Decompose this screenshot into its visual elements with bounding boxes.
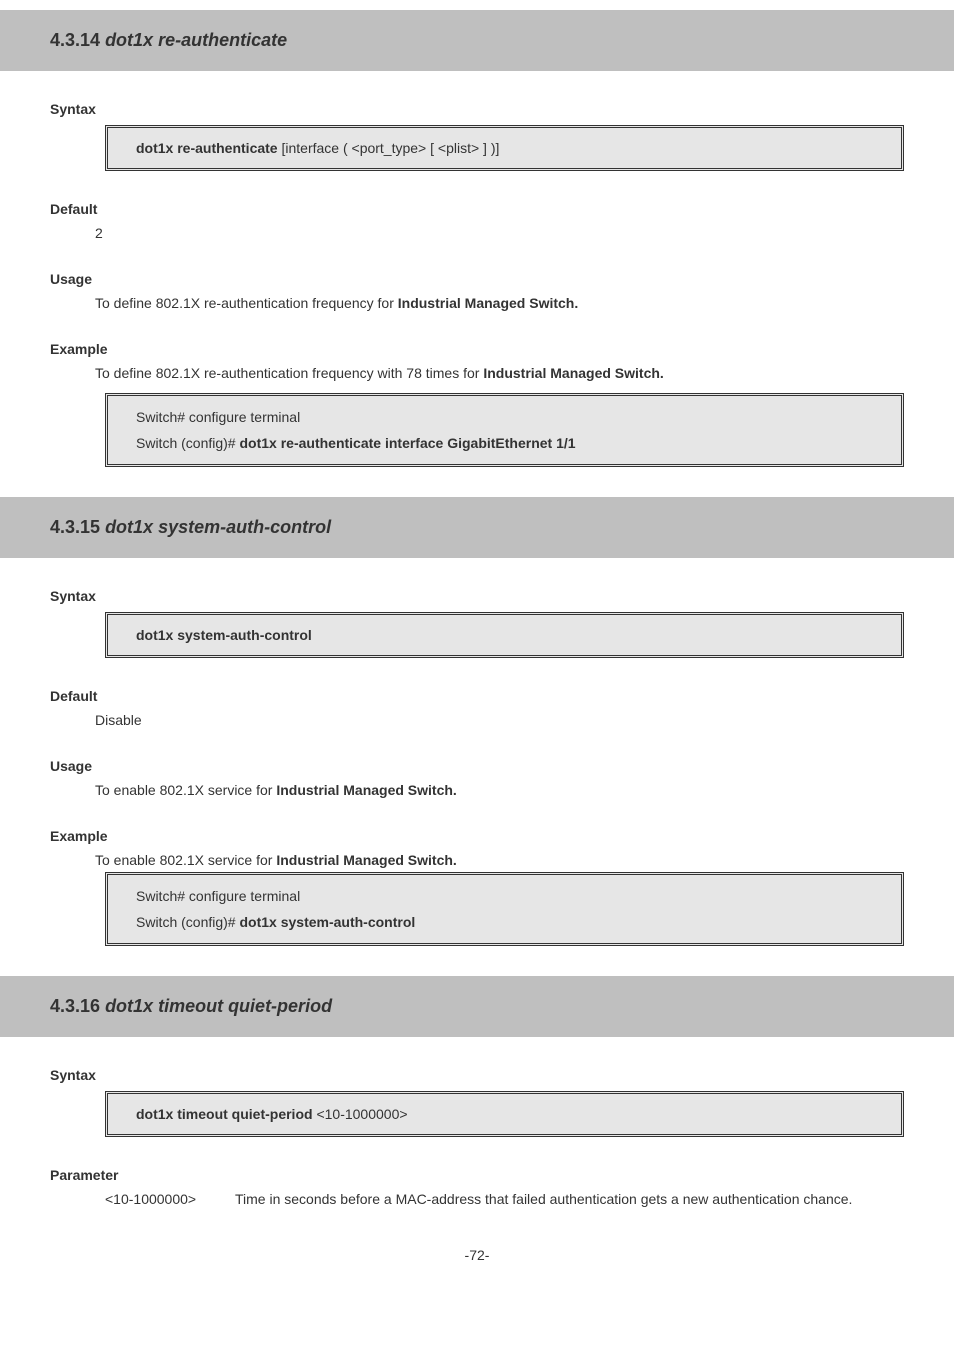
syntax-label: Syntax (50, 101, 904, 117)
usage-text: To enable 802.1X service for Industrial … (95, 782, 904, 798)
section-header: 4.3.14 dot1x re-authenticate (0, 10, 954, 71)
example-code-box: Switch# configure terminal Switch (confi… (105, 872, 904, 946)
example-text: To define 802.1X re-authentication frequ… (95, 365, 904, 381)
section-number: 4.3.15 (50, 517, 100, 537)
section-title: dot1x re-authenticate (105, 30, 287, 50)
parameter-label: Parameter (50, 1167, 904, 1183)
syntax-label: Syntax (50, 588, 904, 604)
example-text: To enable 802.1X service for Industrial … (95, 852, 904, 868)
example-code-box: Switch# configure terminal Switch (confi… (105, 393, 904, 467)
syntax-param: <10-1000000> (316, 1106, 407, 1122)
default-value: Disable (95, 712, 904, 728)
code-line: Switch (config)# dot1x re-authenticate i… (136, 430, 873, 456)
example-label: Example (50, 341, 904, 357)
syntax-command: dot1x timeout quiet-period (136, 1106, 313, 1122)
example-label: Example (50, 828, 904, 844)
param-name: <10-1000000> (105, 1191, 235, 1207)
syntax-command: dot1x re-authenticate (136, 140, 278, 156)
code-line: Switch# configure terminal (136, 883, 873, 909)
section-header: 4.3.15 dot1x system-auth-control (0, 497, 954, 558)
page-number: -72- (50, 1247, 904, 1263)
usage-label: Usage (50, 271, 904, 287)
section-header: 4.3.16 dot1x timeout quiet-period (0, 976, 954, 1037)
default-label: Default (50, 201, 904, 217)
usage-text: To define 802.1X re-authentication frequ… (95, 295, 904, 311)
section-title: dot1x system-auth-control (105, 517, 331, 537)
parameter-row: <10-1000000> Time in seconds before a MA… (105, 1191, 904, 1207)
section-number: 4.3.14 (50, 30, 100, 50)
usage-label: Usage (50, 758, 904, 774)
code-line: Switch (config)# dot1x system-auth-contr… (136, 909, 873, 935)
code-line: Switch# configure terminal (136, 404, 873, 430)
syntax-label: Syntax (50, 1067, 904, 1083)
param-desc: Time in seconds before a MAC-address tha… (235, 1191, 904, 1207)
section-title: dot1x timeout quiet-period (105, 996, 332, 1016)
syntax-box: dot1x timeout quiet-period <10-1000000> (105, 1091, 904, 1137)
default-value: 2 (95, 225, 904, 241)
syntax-box: dot1x system-auth-control (105, 612, 904, 658)
syntax-command: dot1x system-auth-control (136, 627, 312, 643)
default-label: Default (50, 688, 904, 704)
syntax-box: dot1x re-authenticate [interface ( <port… (105, 125, 904, 171)
section-number: 4.3.16 (50, 996, 100, 1016)
syntax-interface: [interface ( <port_type> [ <plist> ] )] (281, 140, 499, 156)
